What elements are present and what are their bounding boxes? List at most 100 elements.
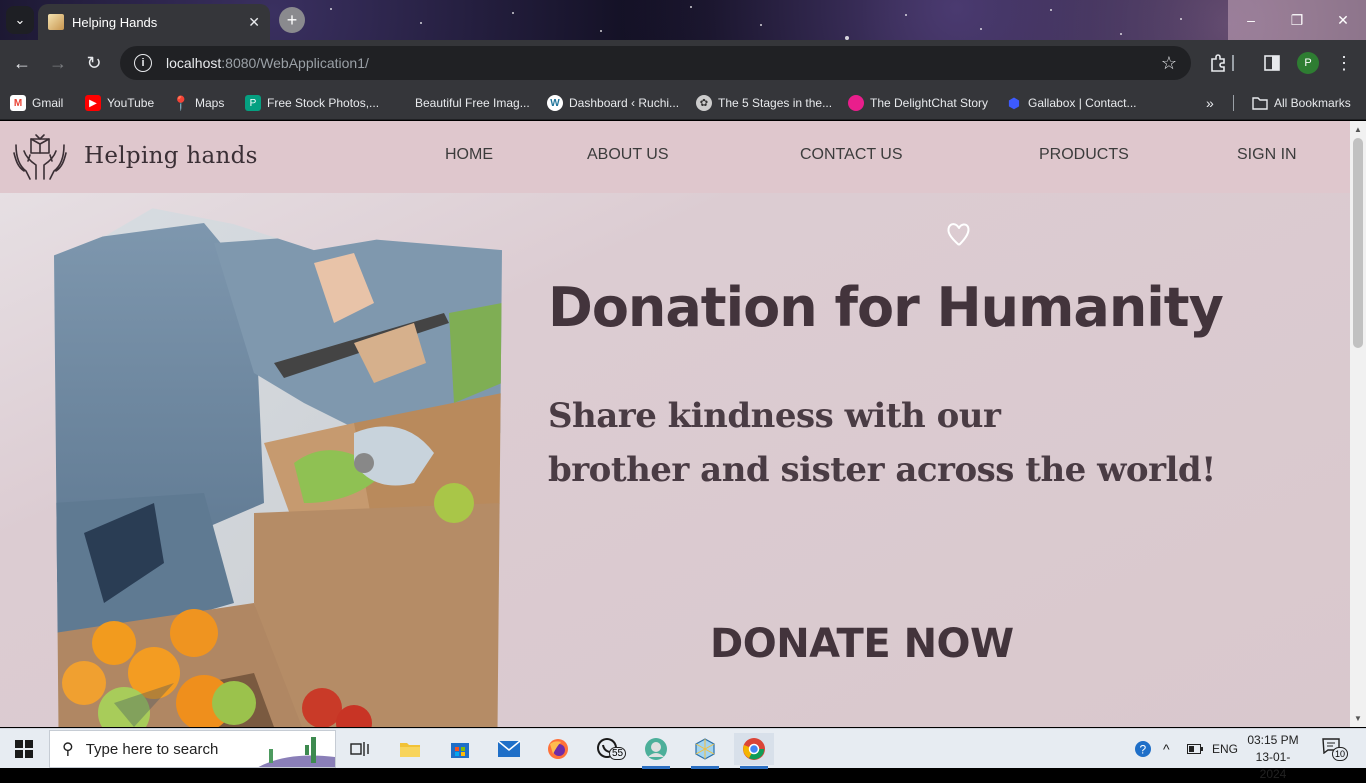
nav-home[interactable]: HOME [445, 146, 493, 164]
side-panel-icon[interactable] [1260, 51, 1284, 75]
all-bookmarks-label: All Bookmarks [1274, 96, 1351, 110]
url-path: :8080/WebApplication1/ [221, 55, 369, 71]
clock-date: 13-01-2024 [1255, 750, 1291, 781]
chrome-profile-app-icon[interactable] [636, 733, 676, 769]
site-logo-text[interactable]: Helping hands [84, 143, 258, 169]
bookmark-star-icon[interactable]: ☆ [1161, 53, 1177, 74]
forward-arrow-icon[interactable]: → [46, 51, 70, 75]
whatsapp-icon[interactable]: 55 [588, 733, 628, 765]
gallabox-icon: ⬢ [1007, 94, 1021, 111]
nav-products[interactable]: PRODUCTS [1039, 146, 1129, 164]
clock-time: 03:15 PM [1247, 733, 1299, 747]
youtube-icon: ▶ [85, 95, 101, 111]
firefox-icon[interactable] [538, 733, 578, 765]
bookmark-5-stages[interactable]: ✿ The 5 Stages in the... [696, 93, 832, 113]
delightchat-icon [848, 95, 864, 111]
notification-count-badge: 10 [1332, 747, 1348, 761]
windows-taskbar: ⚲ Type here to search 55 ? ^ ENG 03:15 P… [0, 728, 1366, 781]
bookmark-dashboard[interactable]: W Dashboard ‹ Ruchi... [547, 93, 679, 113]
close-window-button[interactable]: ✕ [1320, 0, 1366, 40]
nav-about-us[interactable]: ABOUT US [587, 146, 669, 164]
nav-contact-us[interactable]: CONTACT US [800, 146, 903, 164]
whatsapp-badge: 55 [609, 747, 627, 760]
file-explorer-icon[interactable] [390, 733, 430, 765]
mail-icon[interactable] [489, 733, 529, 765]
hero-title: Donation for Humanity [548, 276, 1224, 339]
hero-subtitle-line-1: Share kindness with our [548, 396, 1001, 436]
windows-logo-icon [15, 740, 33, 758]
chrome-icon[interactable] [734, 733, 774, 769]
wordpress-icon: W [547, 95, 563, 111]
bookmarks-bar: M Gmail ▶ YouTube 📍 Maps P Free Stock Ph… [0, 86, 1366, 120]
site-header: Helping hands HOME ABOUT US CONTACT US P… [0, 121, 1350, 193]
scroll-up-icon[interactable]: ▲ [1354, 125, 1362, 134]
search-placeholder: Type here to search [85, 740, 219, 758]
bookmark-label: Maps [195, 96, 225, 110]
heart-icon [947, 223, 970, 246]
hero-subtitle: Share kindness with our brother and sist… [548, 389, 1216, 497]
search-icon: ⚲ [62, 741, 74, 758]
menu-kebab-icon[interactable]: ⋮ [1332, 51, 1356, 75]
start-button[interactable] [0, 729, 48, 769]
bookmark-unsplash[interactable]: Beautiful Free Imag... [393, 93, 530, 113]
netbeans-icon[interactable] [685, 733, 725, 769]
taskbar-search-box[interactable]: ⚲ Type here to search [49, 730, 336, 768]
web-page: Helping hands HOME ABOUT US CONTACT US P… [0, 121, 1350, 727]
maps-icon: 📍 [172, 94, 190, 111]
bookmark-label: The DelightChat Story [870, 96, 989, 110]
bookmark-stock-photos[interactable]: P Free Stock Photos,... [245, 93, 379, 113]
page-scrollbar[interactable]: ▲ ▼ [1350, 121, 1366, 727]
scroll-down-icon[interactable]: ▼ [1354, 714, 1362, 723]
all-bookmarks-button[interactable]: All Bookmarks [1252, 93, 1351, 113]
new-tab-button[interactable]: + [279, 7, 305, 33]
donate-now-button[interactable]: DONATE NOW [710, 621, 1014, 667]
notification-center-icon[interactable]: 10 [1322, 738, 1348, 761]
reload-icon[interactable]: ↻ [82, 51, 106, 75]
tab-title: Helping Hands [72, 14, 158, 30]
tree-icon: ✿ [696, 95, 712, 111]
bookmark-delightchat[interactable]: The DelightChat Story [848, 93, 988, 113]
bookmark-maps[interactable]: 📍 Maps [172, 93, 225, 113]
battery-icon[interactable] [1187, 729, 1203, 769]
svg-text:?: ? [1140, 743, 1147, 757]
taskbar-clock[interactable]: 03:15 PM 13-01-2024 [1246, 732, 1300, 783]
show-hidden-icons-chevron-icon[interactable]: ^ [1163, 729, 1170, 769]
url-host: localhost [166, 55, 222, 71]
bookmark-label: YouTube [107, 96, 155, 110]
scrollbar-thumb[interactable] [1353, 138, 1363, 348]
stock-photos-icon: P [245, 95, 261, 111]
toolbar-divider [1232, 55, 1234, 71]
minimize-button[interactable]: – [1228, 0, 1274, 40]
site-favicon-icon [48, 14, 64, 30]
bookmark-label: Free Stock Photos,... [267, 96, 380, 110]
task-view-icon[interactable] [340, 733, 380, 765]
bookmark-label: Gmail [32, 96, 64, 110]
browser-toolbar: ← → ↻ i localhost:8080/WebApplication1/ … [0, 40, 1366, 86]
folder-icon [1252, 95, 1268, 111]
back-arrow-icon[interactable]: ← [10, 51, 34, 75]
restore-button[interactable]: ❐ [1274, 0, 1320, 40]
help-icon[interactable]: ? [1133, 729, 1153, 769]
address-bar[interactable]: i localhost:8080/WebApplication1/ ☆ [120, 46, 1191, 80]
hero-subtitle-line-2: brother and sister across the world! [548, 450, 1216, 490]
bookmark-gmail[interactable]: M Gmail [10, 93, 63, 113]
input-language-indicator[interactable]: ENG [1212, 729, 1238, 769]
nav-sign-in[interactable]: SIGN IN [1237, 146, 1297, 164]
bookmark-label: Beautiful Free Imag... [415, 96, 530, 110]
search-highlight-illustration [258, 737, 335, 767]
tab-search-button[interactable]: ⌄ [6, 6, 34, 34]
profile-avatar[interactable]: P [1297, 52, 1319, 74]
site-info-icon[interactable]: i [134, 54, 152, 72]
bookmarks-overflow-button[interactable]: » [1206, 93, 1214, 113]
bookmark-label: Dashboard ‹ Ruchi... [569, 96, 680, 110]
helping-hands-logo-icon[interactable] [12, 133, 68, 181]
browser-tab-strip: ⌄ Helping Hands ✕ + – ❐ ✕ [0, 0, 1366, 40]
tab-close-icon[interactable]: ✕ [248, 14, 260, 31]
bookmark-gallabox[interactable]: ⬢ Gallabox | Contact... [1006, 93, 1137, 113]
bookmarks-divider [1233, 95, 1234, 111]
gmail-icon: M [10, 95, 26, 111]
tab-helping-hands[interactable]: Helping Hands ✕ [38, 4, 270, 40]
extensions-icon[interactable] [1206, 51, 1230, 75]
bookmark-youtube[interactable]: ▶ YouTube [85, 93, 154, 113]
microsoft-store-icon[interactable] [440, 733, 480, 765]
